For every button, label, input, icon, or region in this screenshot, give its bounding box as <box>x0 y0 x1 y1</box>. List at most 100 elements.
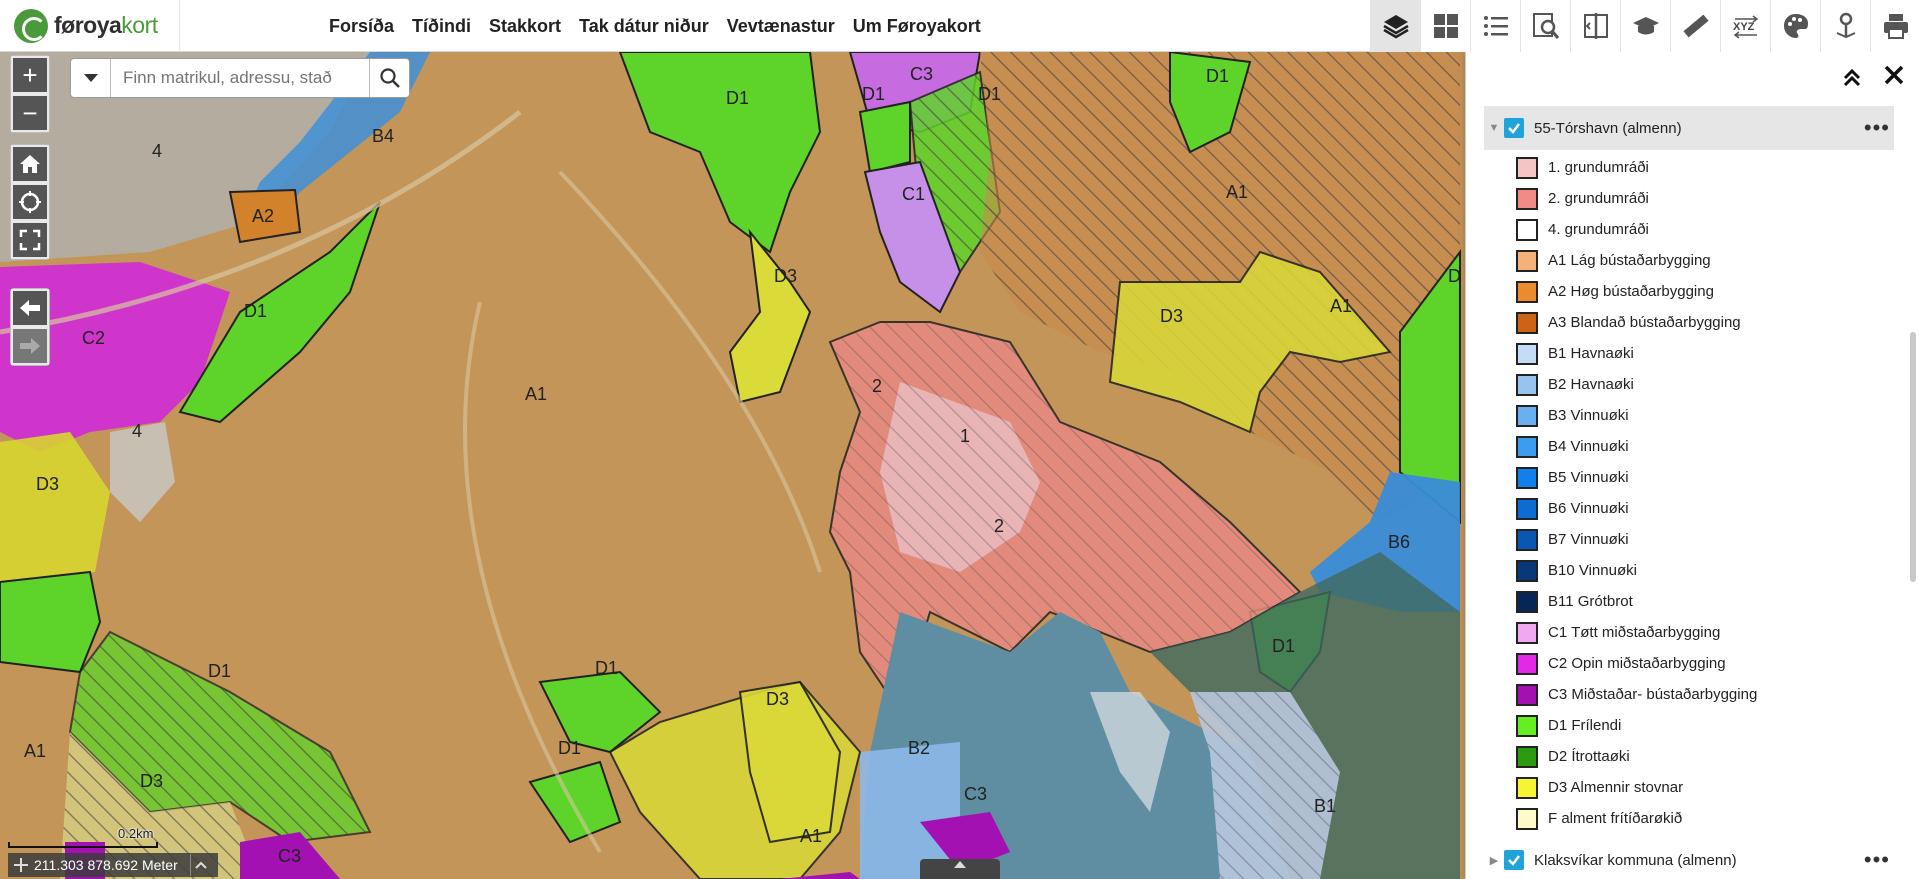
legend-swatch <box>1516 497 1538 520</box>
svg-text:B2: B2 <box>908 738 930 758</box>
legend-item: F alment frítíðarøkið <box>1516 803 1876 834</box>
svg-text:B6: B6 <box>1388 532 1410 552</box>
layer-group-klaksvik[interactable]: ▶ Klaksvíkar kommuna (almenn) ••• <box>1484 838 1894 879</box>
checkmark-icon <box>1508 855 1520 866</box>
legend-swatch <box>1516 311 1538 334</box>
home-button[interactable] <box>11 145 49 183</box>
svg-text:D1: D1 <box>244 301 267 321</box>
svg-text:2: 2 <box>872 376 882 396</box>
print-icon <box>1883 14 1908 39</box>
legend-swatch <box>1516 156 1538 179</box>
close-icon <box>1884 65 1904 85</box>
layer-group-label: 55-Tórshavn (almenn) <box>1534 119 1682 137</box>
legend-swatch <box>1516 187 1538 210</box>
location-button[interactable] <box>1820 0 1870 52</box>
legend-item: B5 Vinnuøki <box>1516 462 1876 493</box>
close-panel-button[interactable] <box>1882 64 1906 88</box>
legend-item: B2 Havnaøki <box>1516 369 1876 400</box>
caret-down-icon[interactable]: ▼ <box>1484 122 1504 134</box>
coordinate-readout: 211.303 878.692 Meter <box>8 853 218 877</box>
collapse-panel-button[interactable] <box>1840 66 1864 90</box>
search-button[interactable] <box>369 59 409 97</box>
legend-button[interactable] <box>1470 0 1520 52</box>
svg-text:B1: B1 <box>1314 796 1336 816</box>
back-button[interactable] <box>11 289 49 327</box>
legend-item: C3 Miðstaðar- bústaðarbygging <box>1516 679 1876 710</box>
home-icon <box>20 155 40 173</box>
svg-text:A1: A1 <box>1330 296 1352 316</box>
legend-item: D1 Frílendi <box>1516 710 1876 741</box>
legend-swatch <box>1516 714 1538 737</box>
svg-text:A1: A1 <box>800 826 822 846</box>
foroyakort-logo[interactable]: føroyakort <box>0 0 180 52</box>
nav-um-foroyakort[interactable]: Um Føroyakort <box>844 0 990 52</box>
coordinates-button[interactable]: XYZ <box>1720 0 1770 52</box>
svg-text:A1: A1 <box>24 741 46 761</box>
svg-text:D1: D1 <box>726 88 749 108</box>
style-button[interactable] <box>1770 0 1820 52</box>
arrow-right-icon <box>20 338 40 354</box>
legend-label: B1 Havnaøki <box>1548 345 1634 362</box>
chevron-down-icon <box>83 74 98 82</box>
legend-label: B2 Havnaøki <box>1548 376 1634 393</box>
layers-icon <box>1382 15 1409 39</box>
legend-item: A2 Høg bústaðarbygging <box>1516 276 1876 307</box>
arrow-left-icon <box>20 300 40 316</box>
zoom-controls: + − <box>10 55 50 133</box>
legend-label: B10 Vinnuøki <box>1548 562 1637 579</box>
forward-button[interactable] <box>11 327 49 365</box>
expand-coords-button[interactable] <box>189 854 212 876</box>
legend-item: D2 Ítrottaøki <box>1516 741 1876 772</box>
bottom-drawer-handle[interactable] <box>920 859 1000 879</box>
svg-text:C1: C1 <box>902 184 925 204</box>
search-box <box>70 58 410 98</box>
svg-text:D3: D3 <box>36 474 59 494</box>
legend-label: B4 Vinnuøki <box>1548 438 1629 455</box>
checkmark-icon <box>1508 123 1520 134</box>
more-options-icon[interactable]: ••• <box>1864 849 1890 871</box>
search-map-button[interactable] <box>1520 0 1570 52</box>
nav-tidindi[interactable]: Tíðindi <box>403 0 480 52</box>
layer-panel-header <box>1466 52 1920 102</box>
measure-button[interactable] <box>1670 0 1720 52</box>
legend-swatch <box>1516 249 1538 272</box>
legend-label: D1 Frílendi <box>1548 717 1622 734</box>
locate-button[interactable] <box>11 183 49 221</box>
coordinates-xyz-icon: XYZ <box>1733 15 1758 39</box>
nav-tak-datur-nidur[interactable]: Tak dátur niður <box>570 0 718 52</box>
svg-text:D1: D1 <box>208 661 231 681</box>
legend-swatch <box>1516 404 1538 427</box>
education-cap-icon <box>1632 17 1659 35</box>
layer-group-checkbox[interactable] <box>1504 118 1524 138</box>
nav-forsida[interactable]: Forsíða <box>320 0 403 52</box>
search-type-dropdown[interactable] <box>71 59 111 97</box>
double-chevron-up-icon <box>1843 68 1861 87</box>
map-toolbar: XYZ <box>1370 0 1920 52</box>
more-options-icon[interactable]: ••• <box>1864 117 1890 139</box>
layer-group-checkbox[interactable] <box>1504 850 1524 870</box>
search-input[interactable] <box>111 59 369 97</box>
caret-right-icon[interactable]: ▶ <box>1484 854 1504 867</box>
search-map-icon <box>1532 13 1559 39</box>
layers-button[interactable] <box>1370 0 1420 52</box>
education-button[interactable] <box>1620 0 1670 52</box>
compare-button[interactable] <box>1570 0 1620 52</box>
zoom-out-button[interactable]: − <box>11 94 49 132</box>
legend-label: F alment frítíðarøkið <box>1548 810 1683 827</box>
svg-text:D3: D3 <box>774 266 797 286</box>
svg-text:D1: D1 <box>595 658 618 678</box>
zoom-in-button[interactable]: + <box>11 56 49 94</box>
svg-text:4: 4 <box>132 421 142 441</box>
nav-vevtaenastur[interactable]: Vevtænastur <box>718 0 844 52</box>
print-button[interactable] <box>1870 0 1920 52</box>
legend-label: 2. grundumráði <box>1548 190 1649 207</box>
nav-stakkort[interactable]: Stakkort <box>480 0 570 52</box>
basemap-button[interactable] <box>1420 0 1470 52</box>
fullscreen-button[interactable] <box>11 221 49 259</box>
legend-item: C2 Opin miðstaðarbygging <box>1516 648 1876 679</box>
legend-label: C1 Tøtt miðstaðarbygging <box>1548 624 1721 641</box>
layer-group-torshavn[interactable]: ▼ 55-Tórshavn (almenn) ••• <box>1484 106 1894 150</box>
panel-scrollbar[interactable] <box>1910 332 1916 582</box>
move-icon <box>14 858 28 872</box>
legend-item: D3 Almennir stovnar <box>1516 772 1876 803</box>
